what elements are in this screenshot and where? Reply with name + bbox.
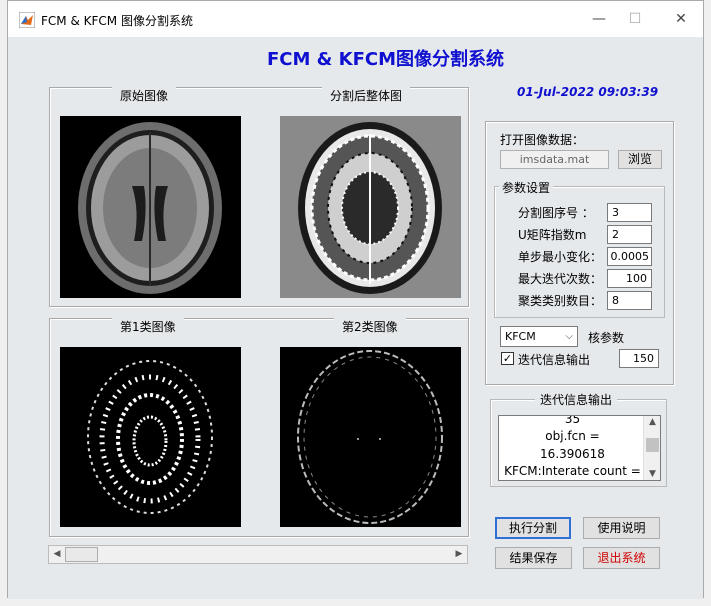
close-button[interactable]: ✕ bbox=[663, 7, 699, 31]
matlab-app-icon bbox=[19, 12, 35, 28]
cluster-count-input[interactable]: 8 bbox=[607, 291, 652, 310]
original-image-label: 原始图像 bbox=[112, 87, 177, 104]
segmented-image-label: 分割后整体图 bbox=[322, 87, 411, 104]
output-vertical-scrollbar[interactable]: ▲ ▼ bbox=[643, 416, 660, 480]
output-line: KFCM:Interate count = bbox=[504, 464, 641, 478]
iteration-output-list[interactable]: 35 obj.fcn = 16.390618 KFCM:Interate cou… bbox=[498, 415, 661, 481]
scroll-up-arrow-icon[interactable]: ▲ bbox=[644, 417, 660, 427]
param-label-cluster-count: 聚类类别数目： bbox=[518, 294, 603, 308]
figure-content: FCM & KFCM图像分割系统 01-Jul-2022 09:03:39 原始… bbox=[8, 37, 703, 599]
min-change-input[interactable]: 0.0005 bbox=[607, 247, 652, 266]
run-segmentation-button[interactable]: 执行分割 bbox=[495, 517, 571, 539]
output-line: obj.fcn = bbox=[545, 429, 600, 443]
param-label-u-exponent: U矩阵指数m bbox=[518, 228, 587, 242]
iteration-output-group: 迭代信息输出 35 obj.fcn = 16.390618 KFCM:Inter… bbox=[490, 391, 667, 487]
params-group: 参数设置 分割图序号 ： 3 U矩阵指数m 2 单步最小变化： 0.0005 最… bbox=[494, 179, 665, 318]
class2-image bbox=[280, 347, 461, 527]
class2-image-label: 第2类图像 bbox=[334, 318, 406, 335]
maximize-button[interactable]: ☐ bbox=[617, 7, 653, 31]
horizontal-scrollbar[interactable]: ◀ ▶ bbox=[48, 545, 468, 564]
scroll-right-arrow-icon[interactable]: ▶ bbox=[451, 546, 467, 563]
app-window: FCM & KFCM 图像分割系统 — ☐ ✕ FCM & KFCM图像分割系统… bbox=[7, 0, 704, 599]
kernel-param-input[interactable]: 150 bbox=[619, 349, 659, 368]
datetime-display: 01-Jul-2022 09:03:39 bbox=[517, 85, 659, 99]
app-title: FCM & KFCM图像分割系统 bbox=[266, 49, 504, 70]
help-button[interactable]: 使用说明 bbox=[583, 517, 660, 539]
save-results-button[interactable]: 结果保存 bbox=[495, 547, 572, 569]
title-bar: FCM & KFCM 图像分割系统 — ☐ ✕ bbox=[8, 1, 703, 37]
output-line: 16.390618 bbox=[540, 447, 605, 461]
minimize-button[interactable]: — bbox=[581, 7, 617, 31]
output-scroll-thumb[interactable] bbox=[646, 438, 659, 452]
output-line: 35 bbox=[564, 415, 581, 426]
segmented-whole-image bbox=[280, 116, 461, 298]
u-exponent-input[interactable]: 2 bbox=[607, 225, 652, 244]
image-index-input[interactable]: 3 bbox=[607, 203, 652, 222]
scroll-thumb[interactable] bbox=[65, 547, 98, 562]
scroll-down-arrow-icon[interactable]: ▼ bbox=[644, 469, 660, 479]
top-image-panel: 原始图像 分割后整体图 bbox=[49, 87, 469, 307]
scroll-left-arrow-icon[interactable]: ◀ bbox=[49, 546, 65, 563]
open-data-label: 打开图像数据： bbox=[500, 133, 585, 147]
class1-image bbox=[60, 347, 241, 527]
param-label-max-iterations: 最大迭代次数： bbox=[518, 272, 603, 286]
max-iterations-input[interactable]: 100 bbox=[607, 269, 652, 288]
params-legend: 参数设置 bbox=[499, 179, 554, 196]
window-title: FCM & KFCM 图像分割系统 bbox=[41, 14, 193, 28]
class1-image-label: 第1类图像 bbox=[112, 318, 184, 335]
original-brain-image bbox=[60, 116, 241, 298]
param-label-min-change: 单步最小变化： bbox=[518, 250, 603, 264]
chevron-down-icon: ⌵ bbox=[565, 331, 573, 342]
algorithm-select-value: KFCM bbox=[505, 330, 536, 343]
bottom-image-panel: 第1类图像 第2类图像 bbox=[49, 318, 469, 537]
file-name-field: imsdata.mat bbox=[500, 150, 609, 169]
output-checkbox-label: 迭代信息输出 bbox=[518, 353, 591, 367]
iteration-output-legend: 迭代信息输出 bbox=[535, 391, 618, 408]
algorithm-select[interactable]: KFCM ⌵ bbox=[500, 326, 578, 347]
param-label-image-index: 分割图序号 ： bbox=[518, 206, 594, 220]
output-checkbox[interactable]: ✓ bbox=[501, 352, 514, 365]
exit-button[interactable]: 退出系统 bbox=[583, 547, 660, 569]
browse-button[interactable]: 浏览 bbox=[618, 150, 662, 169]
kernel-param-label: 核参数 bbox=[588, 331, 625, 345]
control-panel: 打开图像数据： imsdata.mat 浏览 参数设置 分割图序号 ： 3 U矩… bbox=[485, 121, 674, 385]
